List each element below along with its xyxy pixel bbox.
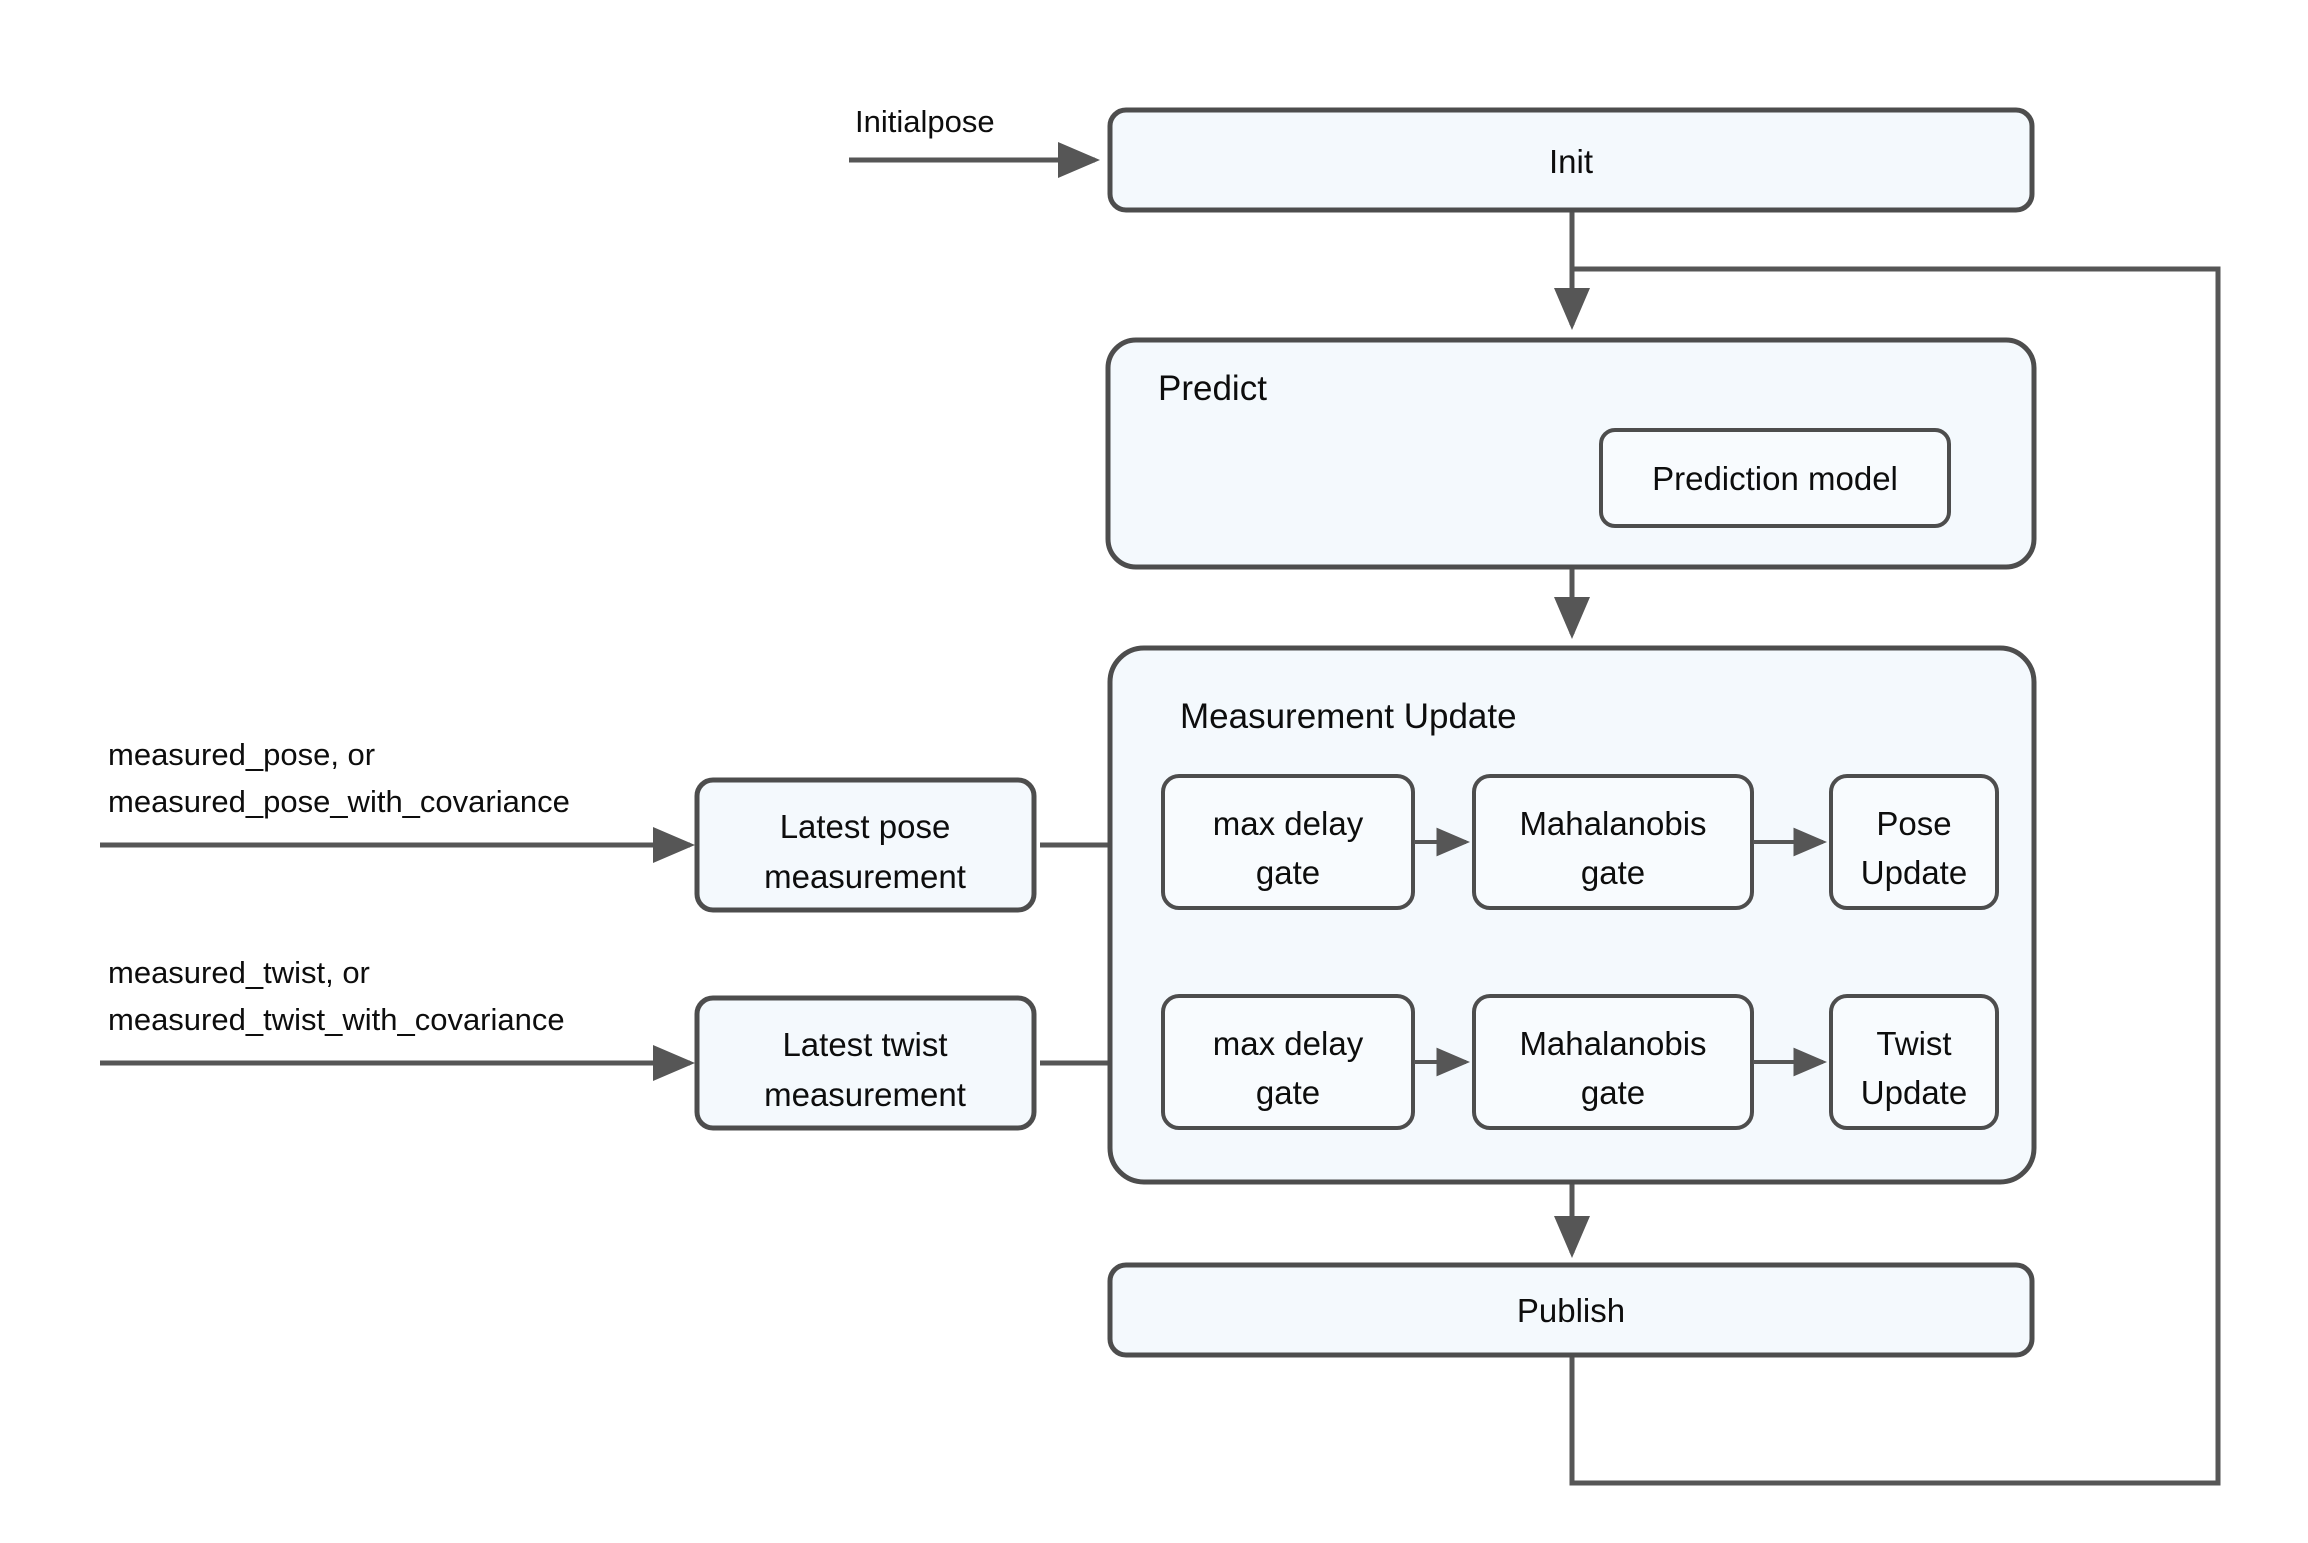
node-init[interactable]: Init — [1107, 107, 2035, 213]
node-latest-twist-measurement-label-line1: Latest twist — [782, 1026, 947, 1063]
node-pose-mahalanobis-gate-label-line1: Mahalanobis — [1519, 805, 1706, 842]
edge-label-initialpose: Initialpose — [855, 104, 995, 139]
node-twist-update[interactable]: Twist Update — [1829, 994, 1999, 1130]
node-twist-max-delay-gate[interactable]: max delay gate — [1161, 994, 1415, 1130]
edge-label-measured-pose-line1: measured_pose, or — [108, 737, 375, 772]
node-pose-max-delay-gate-label-line2: gate — [1256, 854, 1320, 891]
node-latest-pose-measurement-label-line1: Latest pose — [780, 808, 951, 845]
edge-label-measured-twist-line1: measured_twist, or — [108, 955, 370, 990]
edge-label-measured-pose-line2: measured_pose_with_covariance — [108, 784, 570, 819]
node-latest-pose-measurement[interactable]: Latest pose measurement — [694, 777, 1037, 913]
node-twist-mahalanobis-gate[interactable]: Mahalanobis gate — [1472, 994, 1754, 1130]
node-latest-twist-measurement-label-line2: measurement — [764, 1076, 966, 1113]
node-pose-mahalanobis-gate-label-line2: gate — [1581, 854, 1645, 891]
node-twist-mahalanobis-gate-label-line2: gate — [1581, 1074, 1645, 1111]
node-latest-pose-measurement-label-line2: measurement — [764, 858, 966, 895]
node-latest-twist-measurement[interactable]: Latest twist measurement — [694, 995, 1037, 1131]
node-pose-max-delay-gate-label-line1: max delay — [1213, 805, 1364, 842]
node-pose-update-label-line2: Update — [1861, 854, 1967, 891]
node-predict-container[interactable]: Predict Prediction model — [1105, 337, 2037, 570]
node-publish[interactable]: Publish — [1107, 1262, 2035, 1358]
node-twist-max-delay-gate-label-line2: gate — [1256, 1074, 1320, 1111]
node-twist-update-label-line1: Twist — [1876, 1025, 1951, 1062]
node-predict-label: Predict — [1158, 369, 1267, 408]
node-twist-update-label-line2: Update — [1861, 1074, 1967, 1111]
node-prediction-model[interactable]: Prediction model — [1599, 428, 1951, 528]
diagram-canvas: Init Predict Prediction model Measuremen… — [0, 0, 2308, 1543]
node-pose-mahalanobis-gate[interactable]: Mahalanobis gate — [1472, 774, 1754, 910]
flowchart-svg: Init Predict Prediction model Measuremen… — [100, 104, 2221, 1486]
node-pose-update-label-line1: Pose — [1876, 805, 1951, 842]
edge-label-measured-twist-line2: measured_twist_with_covariance — [108, 1002, 565, 1037]
node-measurement-update-label: Measurement Update — [1180, 697, 1517, 736]
node-pose-update[interactable]: Pose Update — [1829, 774, 1999, 910]
node-twist-max-delay-gate-label-line1: max delay — [1213, 1025, 1364, 1062]
node-prediction-model-label: Prediction model — [1652, 460, 1898, 497]
node-pose-max-delay-gate[interactable]: max delay gate — [1161, 774, 1415, 910]
node-init-label: Init — [1549, 143, 1593, 180]
node-measurement-update-container[interactable]: Measurement Update max delay gate Mahala… — [1107, 645, 2037, 1185]
node-twist-mahalanobis-gate-label-line1: Mahalanobis — [1519, 1025, 1706, 1062]
node-publish-label: Publish — [1517, 1292, 1625, 1329]
